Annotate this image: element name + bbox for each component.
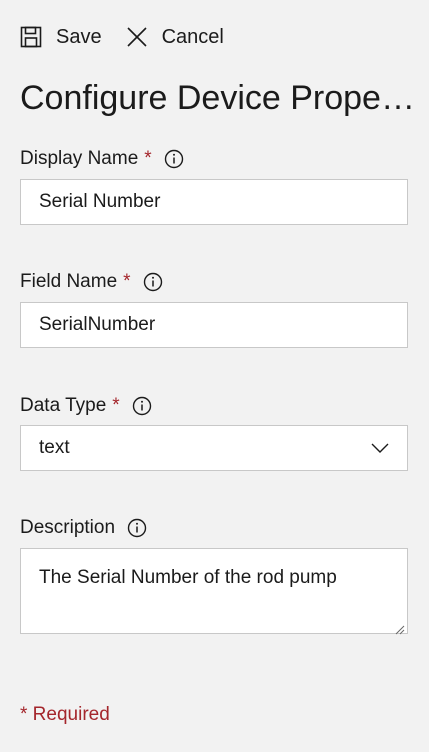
description-label-row: Description (20, 516, 147, 540)
description-text: The Serial Number of the rod pump (39, 567, 337, 588)
close-icon (126, 26, 148, 48)
save-button[interactable]: Save (20, 26, 102, 49)
required-note: * Required (20, 704, 110, 725)
info-icon[interactable] (143, 272, 163, 292)
description-textarea[interactable]: The Serial Number of the rod pump (20, 548, 408, 635)
display-name-input[interactable]: Serial Number (20, 179, 408, 225)
data-type-label: Data Type (20, 395, 107, 416)
data-type-selected-value: text (39, 437, 70, 458)
info-icon[interactable] (164, 149, 184, 169)
field-name-label: Field Name (20, 271, 118, 292)
cancel-button[interactable]: Cancel (126, 26, 224, 49)
required-asterisk: * (123, 271, 131, 292)
cancel-label: Cancel (161, 25, 224, 48)
chevron-down-icon (371, 439, 389, 457)
configure-device-properties-panel: Save Cancel Configure Device Properties … (0, 0, 429, 752)
description-label: Description (20, 517, 116, 538)
display-name-label: Display Name (20, 148, 139, 169)
save-icon (20, 26, 42, 48)
required-asterisk: * (112, 395, 120, 416)
field-name-label-row: Field Name * (20, 270, 163, 294)
toolbar: Save Cancel (20, 22, 248, 52)
info-icon[interactable] (127, 518, 147, 538)
data-type-label-row: Data Type * (20, 394, 152, 418)
page-title: Configure Device Properties (20, 79, 415, 117)
field-name-input[interactable]: SerialNumber (20, 302, 408, 348)
required-asterisk: * (144, 148, 152, 169)
save-label: Save (56, 25, 102, 48)
display-name-label-row: Display Name * (20, 147, 184, 171)
resize-grip-icon[interactable] (393, 619, 405, 635)
data-type-select[interactable]: text (20, 425, 408, 471)
info-icon[interactable] (132, 396, 152, 416)
